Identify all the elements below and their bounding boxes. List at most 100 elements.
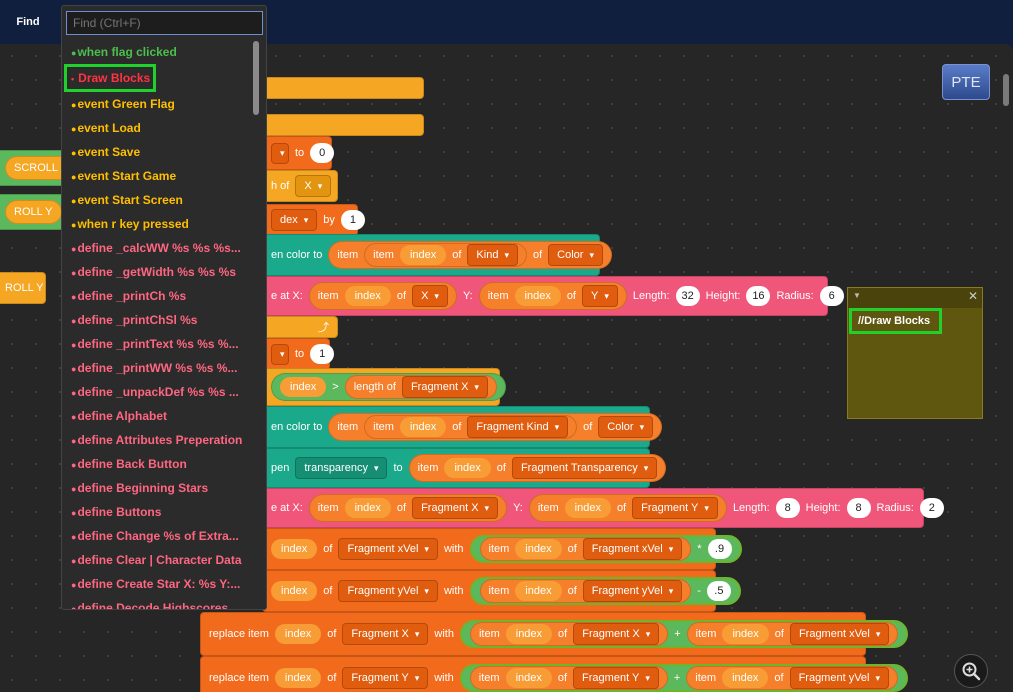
find-result-item[interactable]: ●define _printCh %s (68, 284, 256, 308)
comment-header[interactable]: ▼ ✕ (848, 288, 982, 308)
zoom-in-button[interactable] (954, 654, 988, 688)
replace-item-block-fragment-x[interactable]: replace item index of Fragment X with it… (200, 612, 909, 656)
find-result-item[interactable]: ●define Beginning Stars (68, 476, 256, 500)
index-reporter[interactable]: index (344, 286, 391, 306)
value-input[interactable]: 0 (310, 143, 335, 163)
comment-box[interactable]: ▼ ✕ //Draw Blocks (847, 287, 983, 419)
item-reporter[interactable]: item index of Fragment Y (469, 666, 668, 690)
height-input[interactable]: 16 (746, 286, 771, 306)
item-reporter-y[interactable]: item index of Y (478, 282, 627, 310)
subtract-operator[interactable]: item index of Fragment yVel - .5 (469, 577, 741, 605)
index-reporter[interactable]: index (505, 624, 553, 644)
comment-text[interactable]: //Draw Blocks (849, 308, 942, 334)
find-result-item[interactable]: ●define Buttons (68, 500, 256, 524)
list-dropdown-kind[interactable]: Kind (467, 244, 518, 266)
list-dropdown-fragment-yvel[interactable]: Fragment yVel (789, 667, 890, 689)
item-reporter-inner[interactable]: item index of Fragment Kind (364, 415, 578, 439)
event-hat-block[interactable] (262, 77, 424, 99)
list-dropdown-fragment-x[interactable]: Fragment X (573, 623, 660, 645)
list-dropdown-fragment-x[interactable]: Fragment X (342, 623, 429, 645)
find-result-item[interactable]: ●define Back Button (68, 452, 256, 476)
pte-button[interactable]: PTE (942, 64, 990, 100)
close-icon[interactable]: ✕ (968, 289, 978, 303)
index-reporter[interactable]: index (514, 286, 561, 306)
index-reporter[interactable]: index (722, 624, 769, 644)
index-reporter[interactable]: index (505, 668, 552, 688)
find-result-item[interactable]: ●define _printWW %s %s %... (68, 356, 256, 380)
index-reporter[interactable]: index (399, 245, 447, 265)
item-reporter[interactable]: item index of Fragment Transparency (408, 454, 667, 482)
vertical-scrollbar[interactable] (1003, 74, 1009, 106)
find-result-item[interactable]: ●event Load (68, 116, 256, 140)
replace-item-block-xvel[interactable]: index of Fragment xVel with item index o… (262, 528, 742, 570)
item-reporter[interactable]: item item index of Kind of Color (328, 241, 612, 269)
item-reporter-y[interactable]: item index of Fragment Y (528, 494, 727, 522)
find-search-input[interactable] (66, 11, 263, 35)
find-result-item[interactable]: ●define _printText %s %s %... (68, 332, 256, 356)
find-result-item[interactable]: ●event Save (68, 140, 256, 164)
list-dropdown-color[interactable]: Color (598, 416, 654, 438)
find-result-item[interactable]: ●define Change %s of Extra... (68, 524, 256, 548)
list-dropdown-fragment-yvel[interactable]: Fragment yVel (338, 580, 438, 602)
find-result-item[interactable]: ●define _printChSl %s (68, 308, 256, 332)
find-dropdown[interactable]: ●when flag clicked•Draw Blocks●event Gre… (61, 5, 267, 610)
greater-than-operator[interactable]: index > length of Fragment X (271, 373, 506, 401)
find-result-item[interactable]: • Draw Blocks (64, 64, 156, 92)
roll-y-reporter[interactable]: ROLL Y (5, 200, 62, 224)
draw-rect-block-2[interactable]: e at X: item index of Fragment X Y: item… (262, 488, 944, 528)
list-dropdown-color[interactable]: Color (548, 244, 603, 266)
length-of-reporter[interactable]: length of Fragment X (344, 375, 497, 399)
set-variable-block[interactable]: to 0 (262, 136, 335, 170)
index-reporter[interactable]: index (564, 498, 611, 518)
set-pen-transparency-block[interactable]: pen transparency to item index of Fragme… (262, 448, 667, 488)
list-dropdown-fragment-x[interactable]: Fragment X (401, 376, 488, 398)
add-operator[interactable]: item index of Fragment X + item index of… (459, 620, 909, 648)
radius-input[interactable]: 6 (819, 286, 844, 306)
scroll-y-reporter-block[interactable]: SCROLL Y (0, 150, 77, 186)
multiplier-input[interactable]: .9 (707, 539, 732, 559)
roll-y-block-2[interactable]: ROLL Y (0, 272, 46, 304)
list-dropdown-fragment-xvel[interactable]: Fragment xVel (789, 623, 890, 645)
index-reporter[interactable]: index (271, 581, 318, 601)
repeat-block[interactable]: h of X (262, 170, 338, 202)
find-result-item[interactable]: ●event Start Game (68, 164, 256, 188)
draw-rect-block[interactable]: e at X: item index of X Y: item index of… (262, 276, 844, 316)
find-result-item[interactable]: ●event Start Screen (68, 188, 256, 212)
set-pen-color-block-2[interactable]: en color to item item index of Fragment … (262, 406, 663, 448)
item-reporter[interactable]: item index of Fragment yVel (479, 579, 692, 603)
find-result-item[interactable]: ●define Decode Highscores (68, 596, 256, 609)
index-reporter[interactable]: index (515, 581, 562, 601)
value-input[interactable]: 1 (310, 344, 335, 364)
item-reporter[interactable]: item index of Fragment yVel (686, 666, 899, 690)
collapse-icon[interactable]: ▼ (853, 291, 861, 300)
item-reporter-inner[interactable]: item index of Kind (364, 243, 527, 267)
by-input[interactable]: 1 (340, 210, 365, 230)
height-input[interactable]: 8 (846, 498, 871, 518)
index-reporter[interactable]: index (274, 668, 322, 688)
list-dropdown-y[interactable]: Y (582, 285, 618, 307)
list-dropdown-fragment-y[interactable]: Fragment Y (573, 667, 659, 689)
roll-y-block[interactable]: ROLL Y / (0, 194, 71, 230)
set-pen-color-block[interactable]: en color to item item index of Kind of C… (262, 234, 612, 276)
change-variable-block[interactable]: dex by 1 (262, 204, 365, 236)
pen-param-dropdown[interactable]: transparency (295, 457, 388, 479)
repeat-until-block[interactable]: index > length of Fragment X (262, 368, 506, 406)
index-reporter[interactable]: index (444, 458, 491, 478)
list-dropdown-x[interactable]: X (412, 285, 448, 307)
find-result-item[interactable]: ●event Green Flag (68, 92, 256, 116)
replace-item-block-fragment-y[interactable]: replace item index of Fragment Y with it… (200, 656, 909, 692)
item-reporter[interactable]: item index of Fragment xVel (686, 622, 899, 646)
subtract-input[interactable]: .5 (706, 581, 731, 601)
define-hat-block[interactable] (262, 114, 424, 136)
list-dropdown-fragment-x[interactable]: Fragment X (412, 497, 499, 519)
item-reporter-x[interactable]: item index of X (308, 282, 457, 310)
item-reporter[interactable]: item item index of Fragment Kind of Colo… (328, 413, 663, 441)
find-result-item[interactable]: ●define Clear | Character Data (68, 548, 256, 572)
find-tab[interactable]: Find (0, 0, 56, 44)
find-result-item[interactable]: ●define Attributes Preperation (68, 428, 256, 452)
list-dropdown-fragment-xvel[interactable]: Fragment xVel (582, 538, 683, 560)
index-reporter[interactable]: index (274, 624, 322, 644)
set-variable-block-2[interactable]: to 1 (262, 338, 335, 370)
replace-item-block-yvel[interactable]: index of Fragment yVel with item index o… (262, 570, 741, 612)
length-input[interactable]: 32 (675, 286, 700, 306)
